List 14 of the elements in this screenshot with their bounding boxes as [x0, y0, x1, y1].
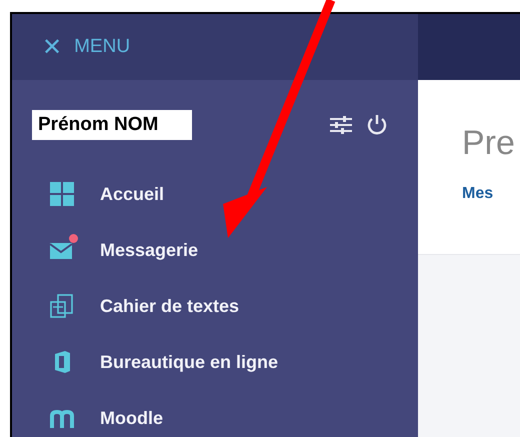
close-icon[interactable]: ✕ — [42, 35, 62, 59]
menu-label[interactable]: MENU — [74, 36, 130, 58]
page-title: Pre — [462, 124, 515, 163]
grid-icon — [50, 182, 74, 206]
document-stack-icon — [50, 294, 74, 318]
settings-icon[interactable] — [330, 116, 352, 134]
sidebar-item[interactable]: Messagerie — [100, 240, 198, 260]
user-name: Prénom NOM — [32, 110, 192, 140]
sidebar-item[interactable]: Accueil — [100, 184, 164, 204]
power-icon[interactable] — [366, 114, 388, 136]
section-link[interactable]: Mes — [462, 185, 494, 203]
sidebar-item[interactable]: Bureautique en ligne — [100, 352, 278, 372]
sidebar-item[interactable]: Cahier de textes — [100, 296, 240, 316]
sidebar-item[interactable]: Moodle — [100, 408, 163, 428]
